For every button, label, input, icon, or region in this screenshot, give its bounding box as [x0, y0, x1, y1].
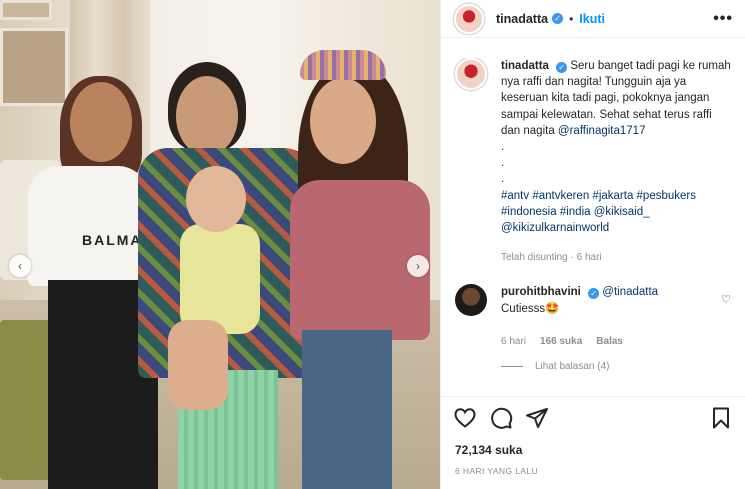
chevron-right-icon: ›: [416, 259, 420, 273]
comment-icon[interactable]: [489, 406, 513, 430]
view-replies[interactable]: Lihat balasan (4): [501, 361, 733, 372]
comment-body: purohitbhavini ✓ @tinadatta Cutiesss🤩: [501, 284, 721, 318]
view-replies-label[interactable]: Lihat balasan (4): [535, 361, 610, 372]
comment-item: purohitbhavini ✓ @tinadatta Cutiesss🤩 ♡: [455, 284, 733, 318]
chevron-left-icon: ‹: [18, 259, 22, 273]
separator-dot: •: [569, 11, 574, 26]
person-right-face: [310, 78, 376, 164]
caption-username[interactable]: tinadatta: [501, 60, 549, 72]
verified-badge-icon: ✓: [552, 13, 564, 24]
heart-icon[interactable]: [453, 406, 477, 430]
mention-link[interactable]: @tinadatta: [602, 286, 658, 298]
baby-face: [186, 166, 246, 232]
baby-legs: [168, 320, 228, 410]
caption-dot: .: [501, 141, 505, 154]
person-right-jeans: [302, 330, 392, 489]
more-options-icon[interactable]: •••: [713, 10, 733, 28]
post-timestamp[interactable]: 6 HARI YANG LALU: [455, 466, 538, 476]
commenter-avatar[interactable]: [455, 284, 487, 317]
wall-frame: [0, 0, 52, 20]
person-left-face: [70, 82, 132, 162]
comment-likes[interactable]: 166 suka: [540, 336, 582, 347]
caption-dot: .: [501, 173, 505, 186]
person-left-shirt: [28, 166, 148, 286]
mention-link[interactable]: @raffinagita1717: [558, 125, 646, 137]
prev-image-button[interactable]: ‹: [9, 255, 31, 277]
hashtags[interactable]: #antv #antvkeren #jakarta #pesbukers: [501, 188, 733, 204]
share-icon[interactable]: [525, 406, 549, 430]
post-header: tinadatta ✓ • Ikuti •••: [441, 0, 745, 38]
caption-avatar[interactable]: [455, 58, 487, 90]
verified-badge-icon: ✓: [556, 62, 568, 73]
person-right-headband: [300, 50, 386, 80]
caption-meta: Telah disunting · 6 hari: [501, 252, 602, 264]
commenter-username[interactable]: purohitbhavini: [501, 286, 581, 298]
hashtags[interactable]: #indonesia #india @kikisaid_: [501, 204, 733, 220]
caption: tinadatta ✓ Seru banget tadi pagi ke rum…: [455, 58, 733, 266]
comments-section[interactable]: tinadatta ✓ Seru banget tadi pagi ke rum…: [441, 58, 745, 388]
divider-line: [501, 366, 523, 368]
instagram-post: BALMAIN ‹ › tinadatta ✓ • Ikuti ••• tina…: [0, 0, 745, 489]
caption-body: tinadatta ✓ Seru banget tadi pagi ke rum…: [501, 58, 733, 266]
reply-button[interactable]: Balas: [596, 336, 623, 347]
person-center-face: [176, 76, 238, 156]
author-username[interactable]: tinadatta: [496, 12, 548, 26]
avatar[interactable]: [454, 3, 484, 34]
comment-time: 6 hari: [501, 336, 527, 348]
bookmark-icon[interactable]: [709, 406, 733, 430]
caption-dot: .: [501, 157, 505, 170]
comment-text: Cutiesss🤩: [501, 303, 560, 316]
wall-photo-frame: [0, 28, 68, 106]
comment-meta: 6 hari 166 suka Balas: [501, 336, 733, 347]
action-bar: [441, 396, 745, 430]
comment-like-icon[interactable]: ♡: [721, 293, 731, 306]
hashtags[interactable]: @kikizulkarnainworld: [501, 220, 733, 236]
post-photo[interactable]: BALMAIN ‹ ›: [0, 0, 440, 489]
baby-outfit: [180, 224, 260, 334]
next-image-button[interactable]: ›: [407, 255, 429, 277]
post-sidebar: tinadatta ✓ • Ikuti ••• tinadatta ✓ Seru…: [440, 0, 745, 489]
likes-count[interactable]: 72,134 suka: [455, 443, 522, 457]
follow-button[interactable]: Ikuti: [579, 12, 605, 26]
verified-badge-icon: ✓: [588, 288, 600, 300]
